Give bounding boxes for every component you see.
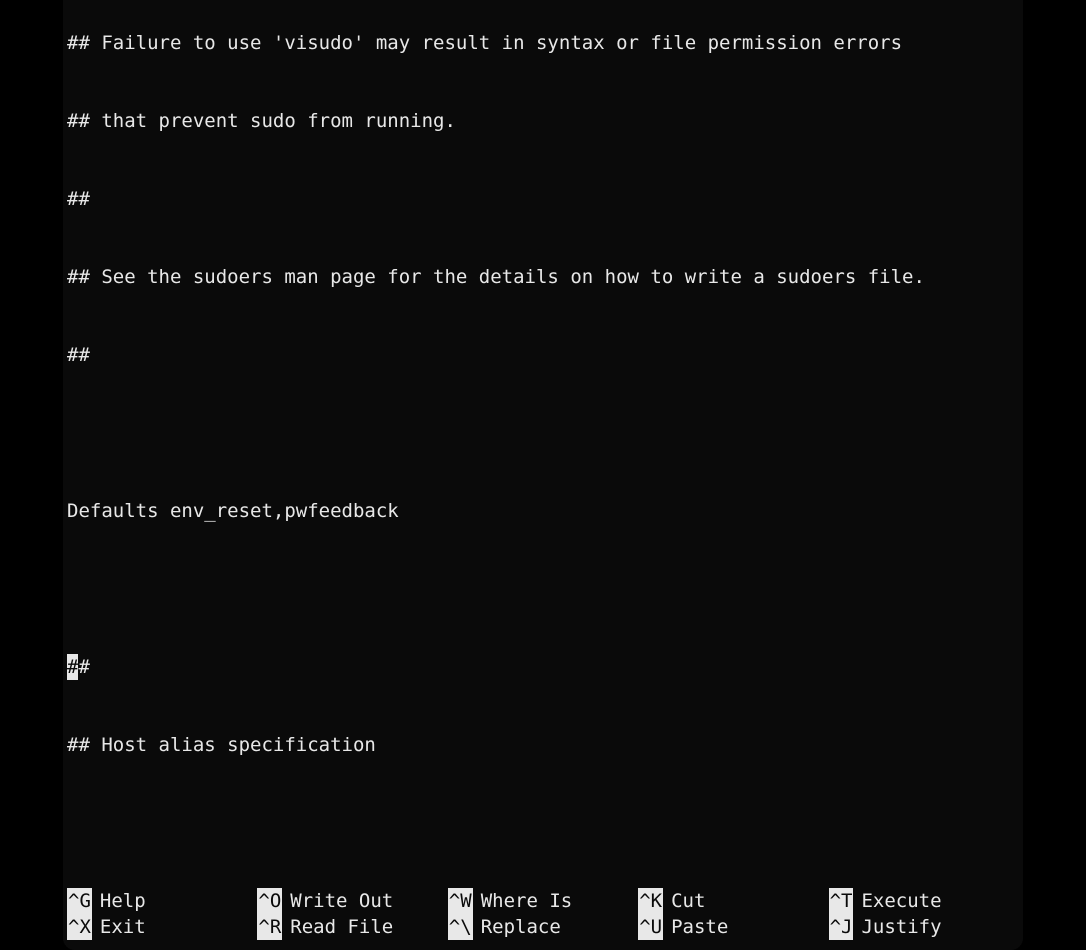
shortcut-label: Read File (290, 914, 393, 940)
shortcut-key: ^O (257, 888, 282, 914)
shortcut-key: ^X (67, 914, 92, 940)
shortcut-key: ^U (638, 914, 663, 940)
terminal-body[interactable]: GNU nano 7.2 /etc/sudoers.tmp Modified #… (63, 0, 1023, 950)
shortcut-label: Where Is (481, 888, 573, 914)
shortcut-key: ^T (829, 888, 854, 914)
shortcut-key: ^J (829, 914, 854, 940)
shortcut-label: Exit (100, 914, 146, 940)
shortcut-label: Write Out (290, 888, 393, 914)
shortcut-help: ^G Help (67, 888, 257, 914)
shortcut-label: Cut (671, 888, 705, 914)
editor-line: ## (67, 186, 1019, 212)
shortcut-exit: ^X Exit (67, 914, 257, 940)
editor-line (67, 420, 1019, 446)
editor-content[interactable]: ## sudoers file. ## ## This file MUST be… (63, 0, 1023, 888)
shortcut-writeout: ^O Write Out (257, 888, 447, 914)
shortcut-paste: ^U Paste (638, 914, 828, 940)
editor-line (67, 576, 1019, 602)
nano-shortcuts: ^G Help ^O Write Out ^W Where Is ^K Cut … (63, 888, 1023, 940)
shortcut-readfile: ^R Read File (257, 914, 447, 940)
editor-line: ## Failure to use 'visudo' may result in… (67, 30, 1019, 56)
editor-line: ## See the sudoers man page for the deta… (67, 264, 1019, 290)
shortcut-key: ^K (638, 888, 663, 914)
terminal-window: abhishek@itsfoss:~ (63, 0, 1023, 950)
editor-line: ## (67, 342, 1019, 368)
editor-line: ## Host alias specification (67, 732, 1019, 758)
editor-line (67, 810, 1019, 836)
shortcut-label: Replace (481, 914, 561, 940)
editor-line: ## that prevent sudo from running. (67, 108, 1019, 134)
editor-cursor-line: ## (67, 654, 1019, 680)
shortcut-label: Help (100, 888, 146, 914)
shortcut-execute: ^T Execute (829, 888, 1019, 914)
shortcut-label: Justify (861, 914, 941, 940)
cursor: # (67, 654, 78, 680)
shortcut-replace: ^\ Replace (448, 914, 638, 940)
shortcut-key: ^G (67, 888, 92, 914)
shortcut-label: Execute (861, 888, 941, 914)
shortcut-key: ^\ (448, 914, 473, 940)
editor-text: # (78, 654, 89, 680)
shortcut-key: ^R (257, 914, 282, 940)
shortcut-cut: ^K Cut (638, 888, 828, 914)
shortcut-label: Paste (671, 914, 728, 940)
shortcut-whereis: ^W Where Is (448, 888, 638, 914)
shortcut-key: ^W (448, 888, 473, 914)
shortcut-justify: ^J Justify (829, 914, 1019, 940)
editor-line: Defaults env_reset,pwfeedback (67, 498, 1019, 524)
